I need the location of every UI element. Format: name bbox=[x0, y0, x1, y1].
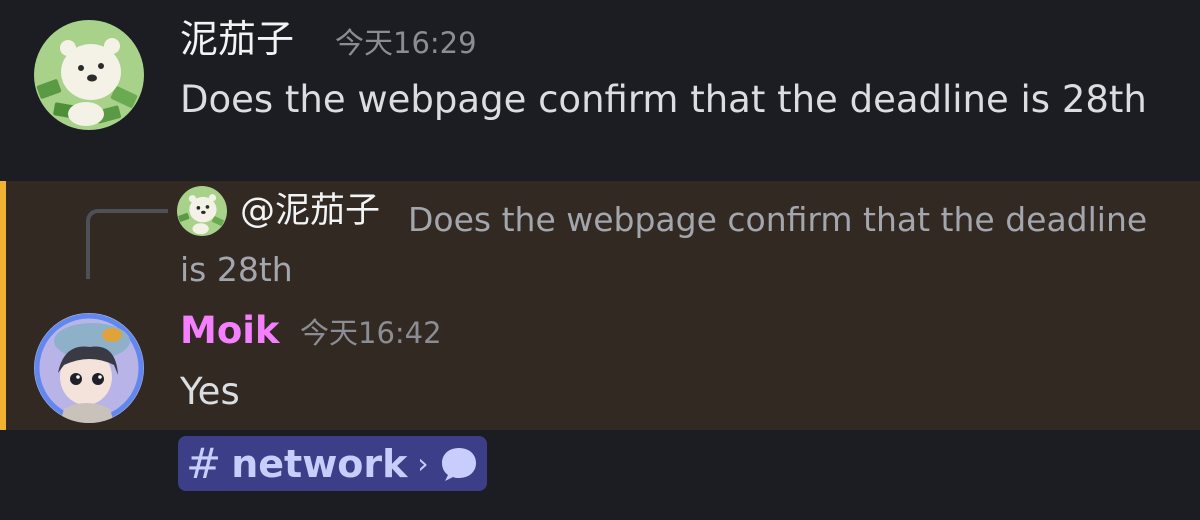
message-timestamp: 今天16:29 bbox=[335, 26, 477, 60]
bear-avatar-icon[interactable] bbox=[34, 20, 144, 130]
message-timestamp: 今天16:42 bbox=[300, 316, 442, 350]
message-1: 泥茄子 今天16:29 Does the webpage confirm tha… bbox=[0, 0, 1200, 180]
message-author[interactable]: 泥茄子 bbox=[180, 20, 294, 58]
message-2-highlighted: @泥茄子 Does the webpage confirm that the d… bbox=[0, 181, 1200, 430]
reply-preview-text[interactable]: Does the webpage confirm that the deadli… bbox=[180, 195, 1170, 295]
message-author[interactable]: Moik bbox=[180, 312, 280, 349]
chevron-right-icon: › bbox=[417, 447, 429, 480]
channel-link-pill[interactable]: # network › bbox=[178, 436, 487, 491]
reply-connector-line bbox=[86, 209, 168, 279]
message-content: Does the webpage confirm that the deadli… bbox=[180, 78, 1147, 121]
girl-avatar-icon[interactable] bbox=[34, 313, 144, 423]
speech-bubble-icon bbox=[439, 445, 479, 483]
message-content: Yes bbox=[180, 370, 240, 413]
mention-highlight-bar bbox=[0, 181, 6, 430]
channel-hash-icon: # bbox=[186, 439, 222, 488]
channel-name: network bbox=[231, 441, 408, 486]
